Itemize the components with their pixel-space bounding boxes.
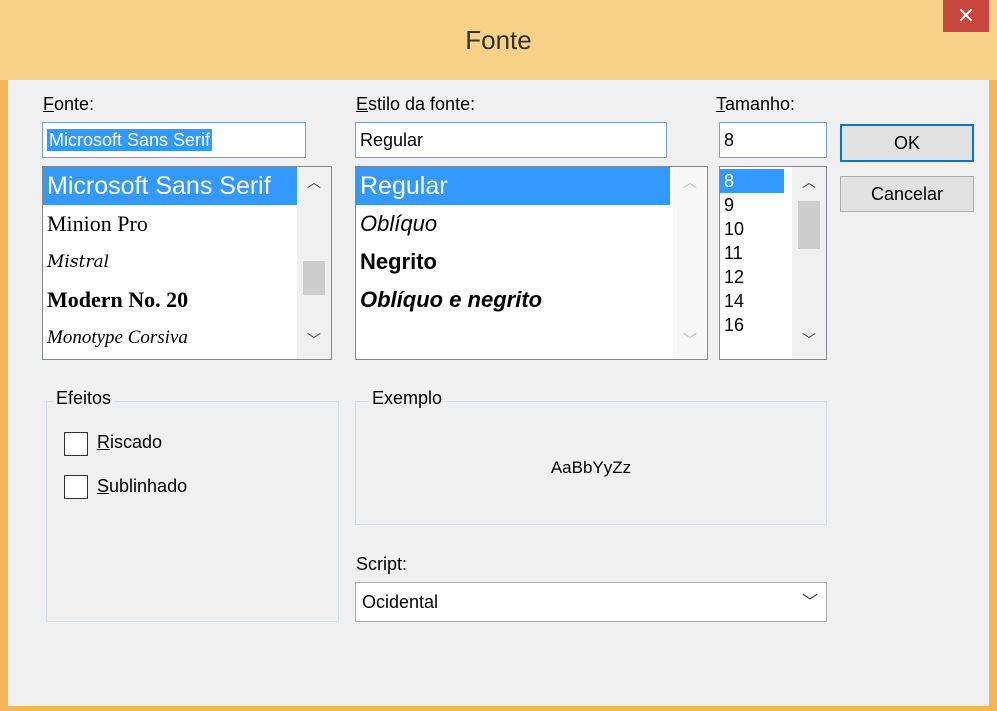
font-name-input[interactable]: Microsoft Sans Serif <box>42 122 306 158</box>
style-list-item[interactable]: Regular <box>356 167 670 205</box>
font-list-item[interactable]: Mistral <box>43 243 299 281</box>
underline-checkbox[interactable] <box>64 475 88 499</box>
style-list-item[interactable]: Oblíquo e negrito <box>356 281 670 319</box>
font-list-item[interactable]: Microsoft Sans Serif <box>43 167 299 205</box>
close-button[interactable]: × <box>943 0 989 32</box>
font-style-input[interactable]: Regular <box>355 122 667 158</box>
window-title: Fonte <box>465 25 532 55</box>
size-list-scrollbar[interactable]: ︿ ﹀ <box>792 167 826 359</box>
font-name-value: Microsoft Sans Serif <box>47 129 213 151</box>
underline-label[interactable]: Sublinhado <box>97 476 187 497</box>
font-list-item[interactable]: Modern No. 20 <box>43 281 299 319</box>
font-label: Fonte: <box>43 94 95 114</box>
font-size-input[interactable]: 8 <box>719 122 827 158</box>
effects-group-title: Efeitos <box>53 388 115 409</box>
font-list-scrollbar[interactable]: ︿ ﹀ <box>297 167 331 359</box>
script-select[interactable]: Ocidental ﹀ <box>355 582 827 622</box>
style-list-item[interactable]: Oblíquo <box>356 205 670 243</box>
title-bar[interactable]: Fonte <box>0 0 997 80</box>
scroll-thumb[interactable] <box>303 261 325 295</box>
size-list-item[interactable]: 9 <box>720 193 784 217</box>
strikeout-checkbox[interactable] <box>64 432 88 456</box>
font-size-list[interactable]: 8 9 10 11 12 14 16 ︿ ﹀ <box>719 166 827 360</box>
size-list-item[interactable]: 12 <box>720 265 784 289</box>
scroll-down-icon: ﹀ <box>683 333 697 349</box>
effects-group <box>46 401 339 622</box>
size-list-item[interactable]: 11 <box>720 241 784 265</box>
size-list-item[interactable]: 10 <box>720 217 784 241</box>
chevron-down-icon: ﹀ <box>801 592 818 611</box>
font-list-item[interactable]: Monotype Corsiva <box>43 319 299 357</box>
script-label: Script: <box>356 554 408 574</box>
scroll-up-icon[interactable]: ︿ <box>792 169 826 197</box>
font-dialog-window: Fonte × Fonte: Microsoft Sans Serif Micr… <box>0 0 997 711</box>
size-list-item[interactable]: 14 <box>720 289 784 313</box>
font-style-list[interactable]: Regular Oblíquo Negrito Oblíquo e negrit… <box>355 166 708 360</box>
scroll-thumb[interactable] <box>798 201 820 249</box>
scroll-up-icon[interactable]: ︿ <box>297 169 331 197</box>
size-list-item[interactable]: 16 <box>720 313 784 337</box>
dialog-client-area: Fonte: Microsoft Sans Serif Microsoft Sa… <box>8 80 989 706</box>
size-list-item[interactable]: 8 <box>720 169 784 193</box>
strikeout-label[interactable]: Riscado <box>97 432 162 453</box>
style-list-item[interactable]: Negrito <box>356 243 670 281</box>
scroll-up-icon: ︿ <box>683 175 697 191</box>
close-icon: × <box>956 3 976 28</box>
font-style-label: Estilo da fonte: <box>356 94 476 114</box>
scroll-down-icon[interactable]: ﹀ <box>297 327 331 355</box>
cancel-button[interactable]: Cancelar <box>840 176 974 212</box>
sample-text: AaBbYyZz <box>550 458 632 477</box>
font-size-label: Tamanho: <box>716 94 796 114</box>
script-value: Ocidental <box>362 592 439 612</box>
font-list[interactable]: Microsoft Sans Serif Minion Pro Mistral … <box>42 166 332 360</box>
sample-group-title: Exemplo <box>369 388 446 409</box>
font-list-item[interactable]: Minion Pro <box>43 205 299 243</box>
ok-button[interactable]: OK <box>840 124 974 162</box>
style-list-scrollbar: ︿ ﹀ <box>673 167 707 359</box>
scroll-down-icon[interactable]: ﹀ <box>792 327 826 355</box>
